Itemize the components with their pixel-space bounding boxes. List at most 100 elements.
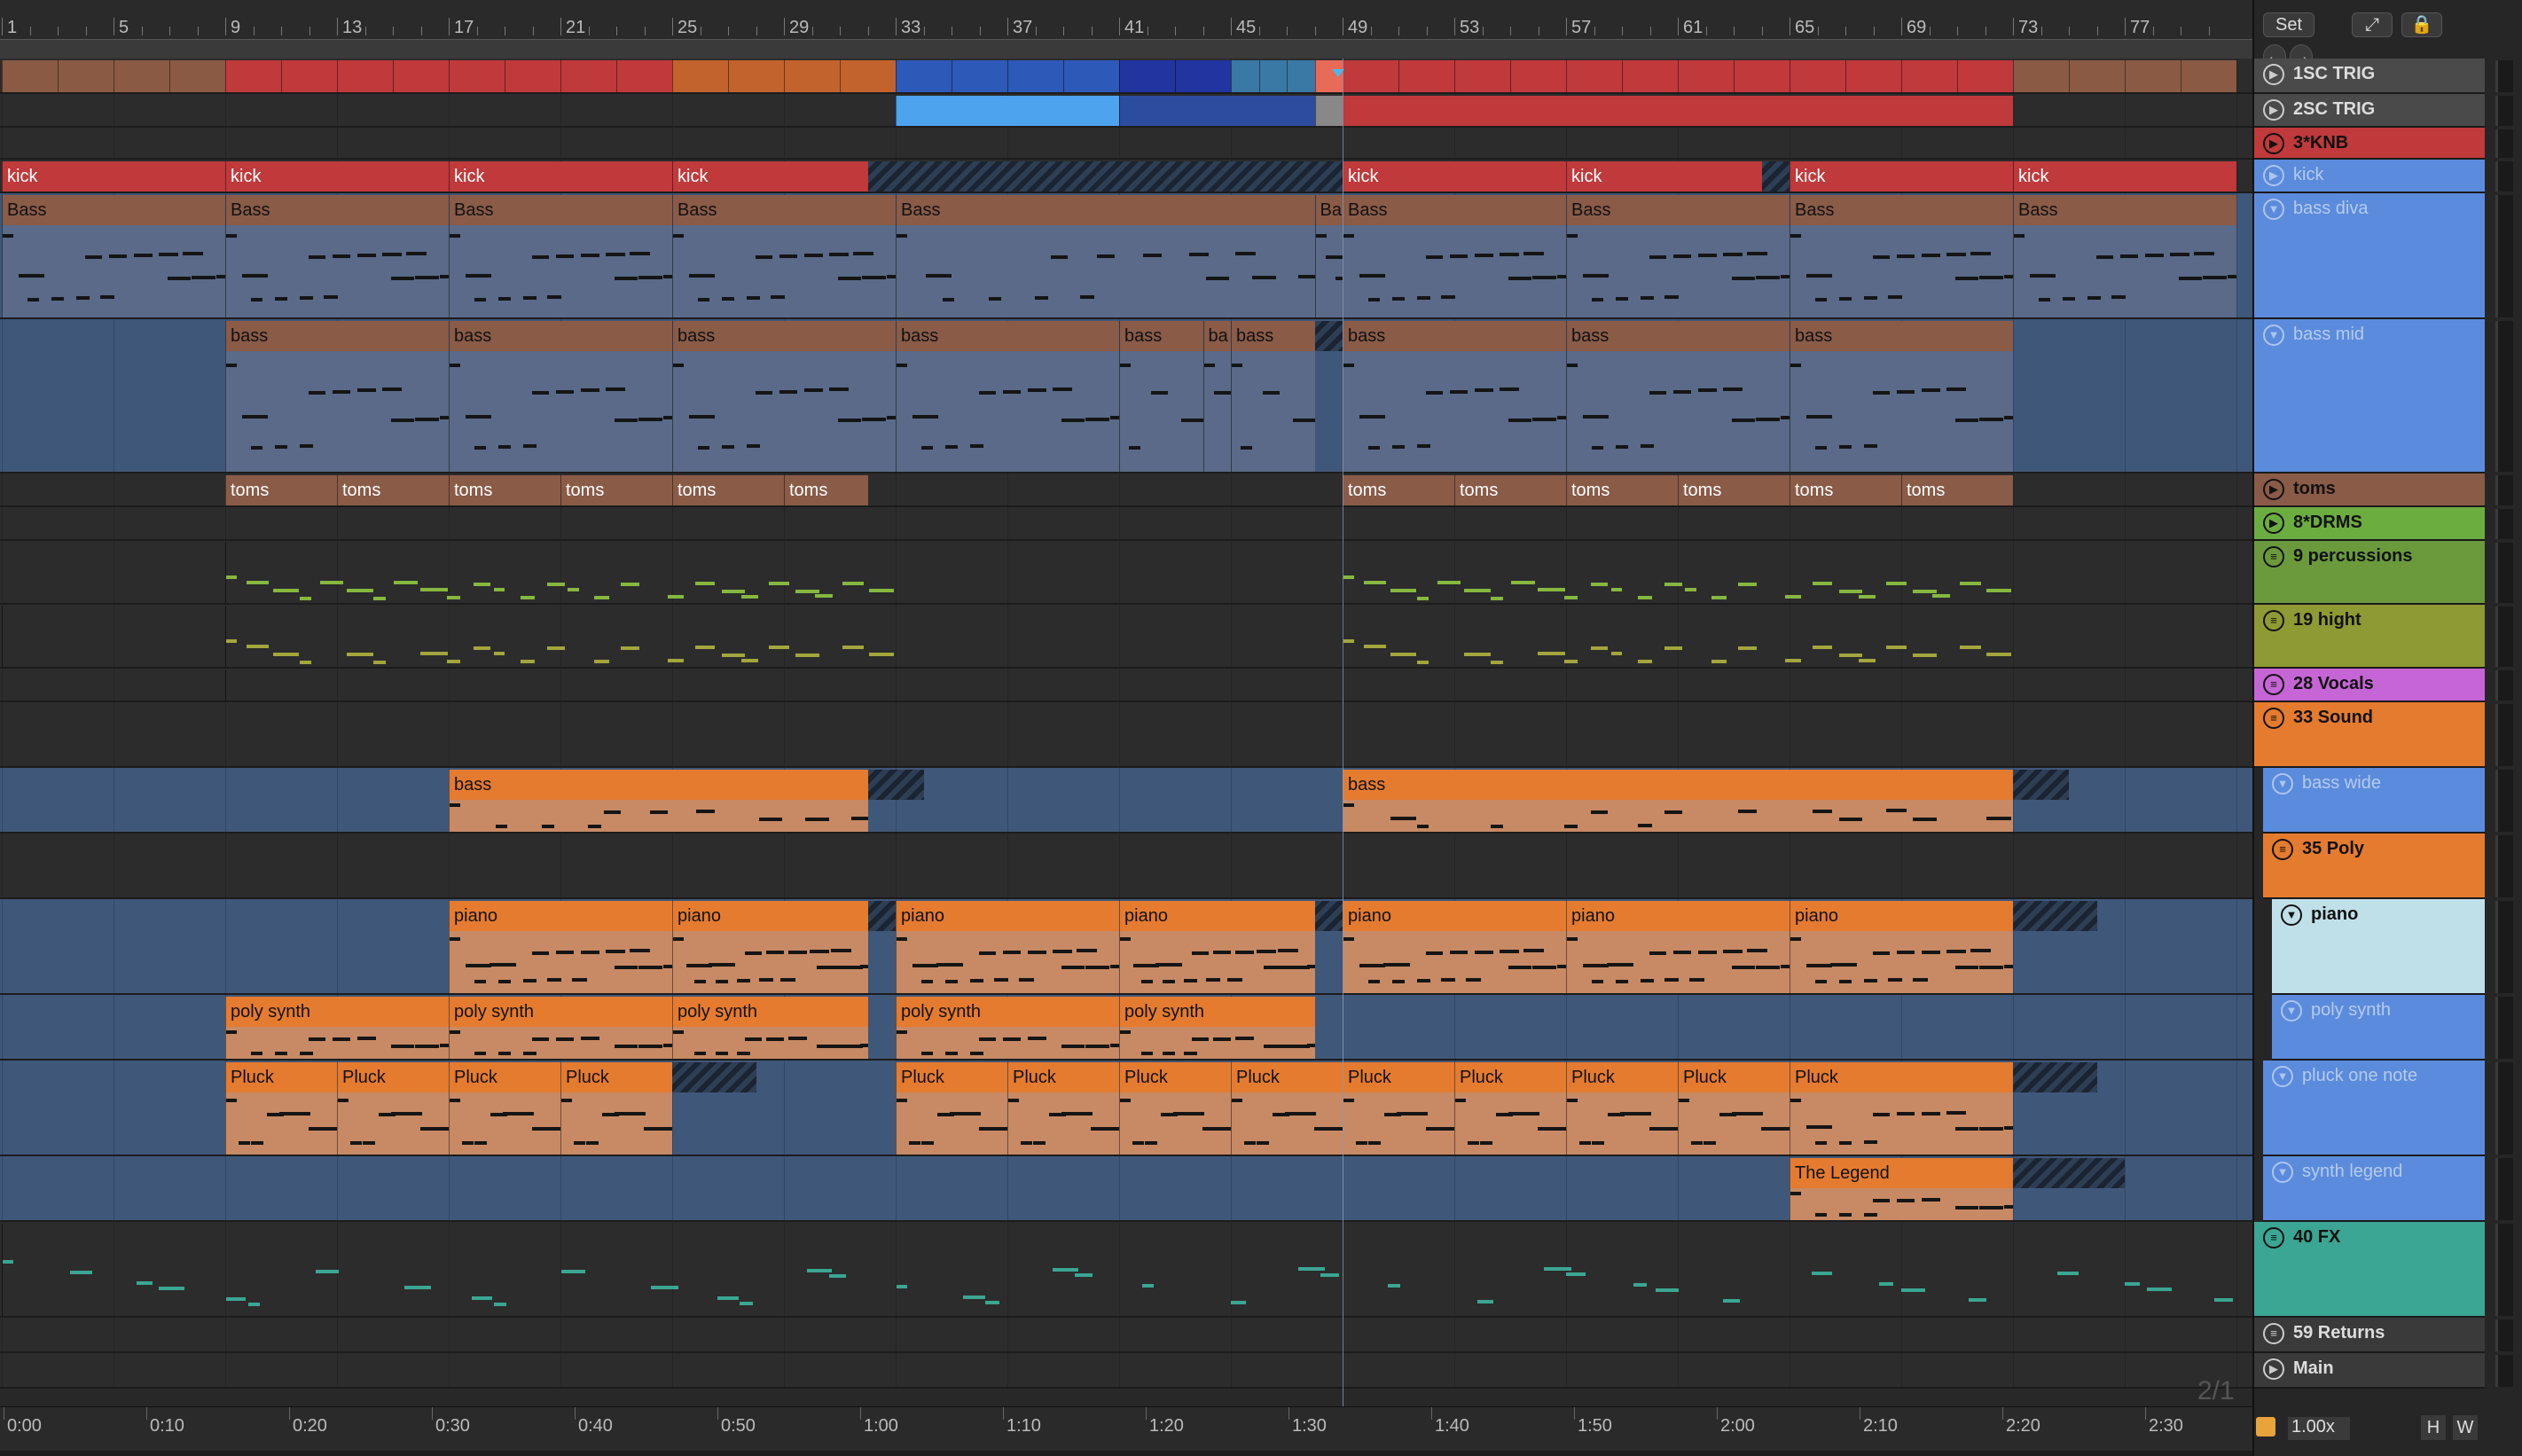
clip[interactable]: Pluck [1790, 1062, 2013, 1155]
track-header[interactable]: ≡ 19 hight [2254, 605, 2485, 669]
chevron-down-icon[interactable]: ▼ [2281, 1000, 2302, 1022]
clip[interactable] [2125, 60, 2181, 92]
clip[interactable]: Bass [1343, 195, 1566, 317]
track-header[interactable]: ▼ bass diva [2254, 193, 2485, 319]
clip[interactable] [896, 60, 952, 92]
clip[interactable]: bass [1566, 321, 1790, 472]
clip[interactable] [337, 60, 393, 92]
clip[interactable] [1007, 60, 1063, 92]
play-icon[interactable]: ▶ [2263, 64, 2284, 85]
zoom-value[interactable]: 1.00x [2288, 1417, 2350, 1440]
clip[interactable] [896, 96, 1119, 126]
clip[interactable] [1175, 60, 1231, 92]
clip[interactable]: Bass [225, 195, 449, 317]
chevron-down-icon[interactable]: ▼ [2272, 1162, 2293, 1183]
clip[interactable] [616, 60, 672, 92]
clip[interactable]: piano [896, 901, 1119, 993]
group-icon[interactable]: ≡ [2272, 839, 2293, 860]
track-header[interactable]: ≡ 33 Sound [2254, 702, 2485, 768]
lock-icon[interactable]: 🔒 [2401, 12, 2442, 37]
clip[interactable]: piano [1566, 901, 1790, 993]
clip[interactable]: Pluck [449, 1062, 560, 1155]
w-button[interactable]: W [2453, 1415, 2478, 1440]
clip[interactable]: kick [2, 161, 225, 192]
clip[interactable] [1790, 60, 1845, 92]
track-lane[interactable] [0, 507, 2252, 541]
track-header[interactable]: ▼ bass mid [2254, 319, 2485, 474]
clip[interactable] [2069, 60, 2125, 92]
chevron-down-icon[interactable]: ▼ [2272, 1066, 2293, 1087]
clip[interactable]: kick [2013, 161, 2236, 192]
track-lane[interactable] [0, 702, 2252, 768]
clip[interactable]: Pluck [1566, 1062, 1678, 1155]
clip[interactable] [952, 60, 1007, 92]
clip[interactable] [1398, 60, 1454, 92]
clip[interactable]: kick [1343, 161, 1566, 192]
track-header[interactable]: ▶ kick [2254, 160, 2485, 193]
clip[interactable] [225, 60, 281, 92]
clip[interactable]: toms [1454, 475, 1566, 505]
track-header[interactable]: ▼ pluck one note [2263, 1061, 2485, 1156]
track-lane[interactable] [0, 128, 2252, 160]
clip[interactable] [1119, 96, 1315, 126]
clip[interactable]: Bass [2, 195, 225, 317]
clip[interactable]: kick [1790, 161, 2013, 192]
clip[interactable]: piano [672, 901, 868, 993]
play-icon[interactable]: ▶ [2263, 133, 2284, 154]
track-header[interactable]: ▼ poly synth [2272, 995, 2485, 1061]
clip[interactable] [1231, 60, 1259, 92]
track-header[interactable]: ≡ 59 Returns [2254, 1318, 2485, 1353]
clip[interactable]: bass [1790, 321, 2013, 472]
clip[interactable]: poly synth [896, 997, 1119, 1059]
clip[interactable] [2181, 60, 2236, 92]
set-button[interactable]: Set [2263, 12, 2314, 37]
clip[interactable]: toms [1790, 475, 1901, 505]
clip[interactable] [505, 60, 560, 92]
clip[interactable] [1258, 60, 1287, 92]
time-ruler[interactable]: 0:00 0:10 0:20 0:30 0:40 0:50 1:00 1:10 1:20 1:30… [0, 1406, 2252, 1451]
clip[interactable] [449, 60, 505, 92]
clip[interactable] [728, 60, 784, 92]
arrangement-view[interactable]: kick kick kick kick kick kick kick kick Bass Bass… [0, 59, 2252, 1406]
clip[interactable]: bass [1343, 321, 1566, 472]
track-header[interactable]: ▼ synth legend [2263, 1156, 2485, 1222]
track-header[interactable]: ▼ piano [2272, 899, 2485, 995]
clip[interactable] [2013, 60, 2069, 92]
play-icon[interactable]: ▶ [2263, 513, 2284, 534]
clip[interactable] [2, 1224, 2236, 1316]
track-lane[interactable] [0, 834, 2252, 899]
clip[interactable] [784, 60, 840, 92]
clip[interactable]: Pluck [1231, 1062, 1343, 1155]
clip[interactable]: toms [1343, 475, 1454, 505]
clip[interactable]: Pluck [1007, 1062, 1119, 1155]
clip[interactable] [281, 60, 337, 92]
clip[interactable] [672, 60, 728, 92]
clip[interactable]: toms [672, 475, 784, 505]
clip[interactable]: bass [1119, 321, 1203, 472]
clip[interactable] [1734, 60, 1790, 92]
bar-ruler[interactable]: 1 5 9 13 17 21 25 29 33 37 41 45 49 53 57 61 65 69 73 77 [0, 0, 2252, 44]
clip[interactable] [1343, 60, 1398, 92]
clip[interactable]: bass [896, 321, 1119, 472]
clip[interactable]: The Legend [1790, 1158, 2013, 1220]
clip[interactable]: bass [449, 321, 672, 472]
track-header[interactable]: ▶ toms [2254, 474, 2485, 507]
clip[interactable] [58, 60, 114, 92]
clip[interactable]: kick [449, 161, 672, 192]
clip[interactable] [1343, 543, 2013, 603]
clip[interactable]: toms [449, 475, 560, 505]
clip[interactable]: bass [449, 770, 868, 832]
track-header[interactable]: ≡ 40 FX [2254, 1222, 2485, 1318]
clip[interactable]: Bass [896, 195, 1315, 317]
clip[interactable] [169, 60, 225, 92]
clip[interactable] [560, 60, 616, 92]
play-icon[interactable]: ▶ [2263, 165, 2284, 186]
track-lane[interactable] [0, 1353, 2252, 1389]
track-header[interactable]: ▼ bass wide [2263, 768, 2485, 834]
group-icon[interactable]: ≡ [2263, 1323, 2284, 1344]
clip[interactable]: Pluck [337, 1062, 449, 1155]
chevron-down-icon[interactable]: ▼ [2263, 325, 2284, 346]
play-icon[interactable]: ▶ [2263, 99, 2284, 121]
track-header[interactable]: ▶ 2SC TRIG [2254, 94, 2485, 128]
clip[interactable] [1957, 60, 2013, 92]
